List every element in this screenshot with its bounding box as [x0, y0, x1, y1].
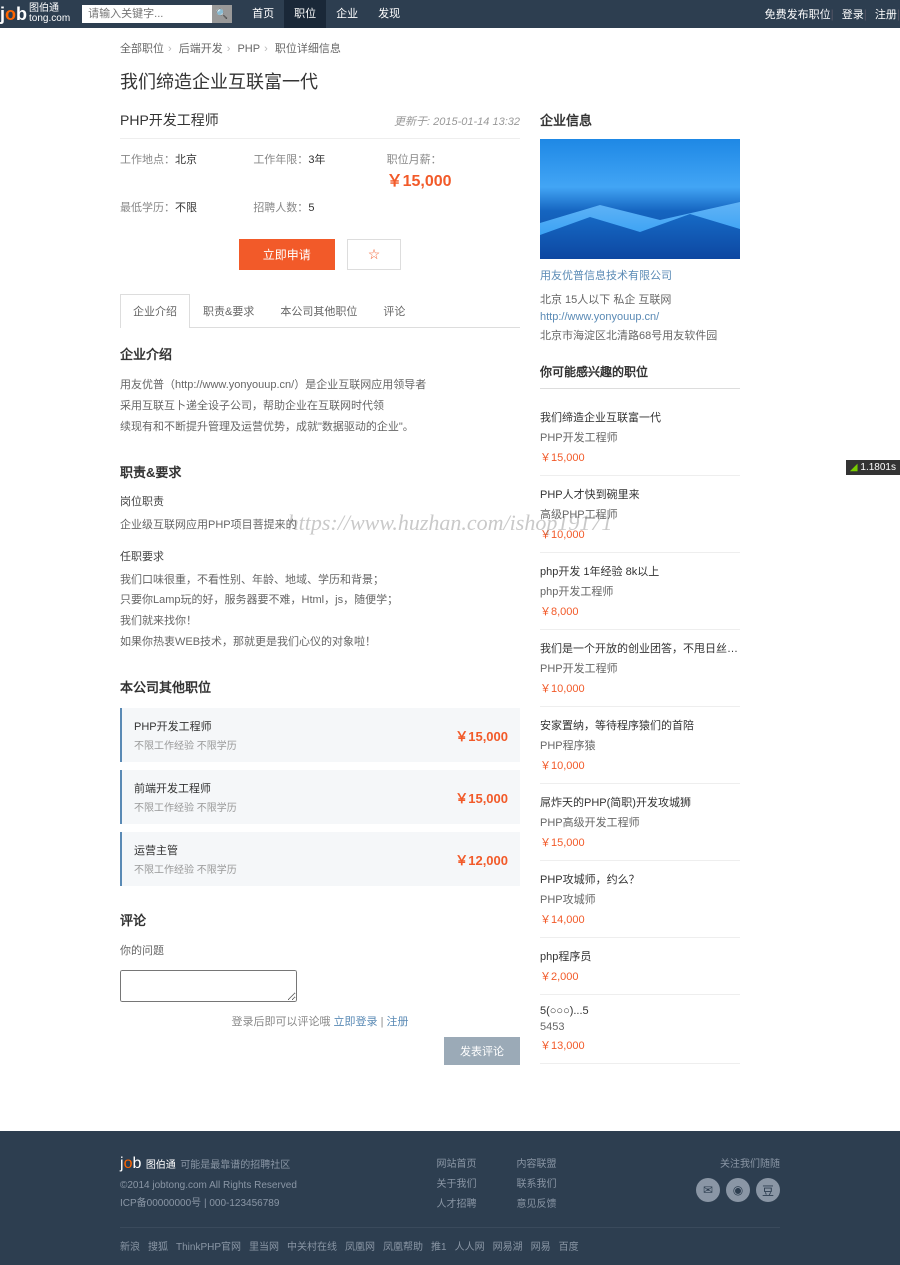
rec-item[interactable]: PHP人才快到碗里来高级PHP工程师￥10,000: [540, 476, 740, 553]
footer-link[interactable]: 联系我们: [516, 1175, 556, 1195]
rec-item[interactable]: php程序员￥2,000: [540, 938, 740, 995]
footer-link[interactable]: 人才招聘: [436, 1195, 476, 1215]
login-link[interactable]: 登录: [842, 6, 864, 22]
nav-home[interactable]: 首页: [242, 0, 284, 28]
duty-title: 职责&要求: [120, 462, 520, 481]
wechat-icon[interactable]: ✉: [696, 1178, 720, 1202]
friend-link[interactable]: 推1: [431, 1242, 447, 1253]
nav-discover[interactable]: 发现: [368, 0, 410, 28]
company-url[interactable]: http://www.yonyouup.cn/: [540, 311, 740, 323]
footer-link[interactable]: 关于我们: [436, 1175, 476, 1195]
rec-item[interactable]: php开发 1年经验 8k以上php开发工程师￥8,000: [540, 553, 740, 630]
apply-button[interactable]: 立即申请: [239, 239, 335, 270]
nav-jobs[interactable]: 职位: [284, 0, 326, 28]
footer-link[interactable]: 意见反馈: [516, 1195, 556, 1215]
comment-title: 评论: [120, 910, 520, 929]
tabs: 企业介绍 职责&要求 本公司其他职位 评论: [120, 294, 520, 328]
page-title: 我们缔造企业互联富一代: [120, 68, 780, 94]
friend-link[interactable]: 中关村在线: [287, 1242, 337, 1253]
post-job-link[interactable]: 免费发布职位: [765, 6, 831, 22]
perf-badge: ◢ 1.1801s: [846, 460, 900, 475]
comment-register[interactable]: 注册: [387, 1016, 409, 1028]
company-title: 企业信息: [540, 110, 740, 129]
friend-link[interactable]: 凤凰网: [345, 1242, 375, 1253]
rec-item[interactable]: 5(○○○)...55453￥13,000: [540, 995, 740, 1064]
friend-link[interactable]: 人人网: [455, 1242, 485, 1253]
other-job-item[interactable]: 运营主管不限工作经验 不限学历￥12,000: [120, 832, 520, 886]
crumb-current: 职位详细信息: [275, 43, 341, 55]
search-input[interactable]: [82, 5, 212, 23]
friend-link[interactable]: 新浪: [120, 1242, 140, 1253]
logo[interactable]: job 图伯通tong.com: [0, 4, 70, 25]
nav-company[interactable]: 企业: [326, 0, 368, 28]
rec-item[interactable]: 我们缔造企业互联富一代PHP开发工程师￥15,000: [540, 399, 740, 476]
friend-link[interactable]: 凤凰帮助: [383, 1242, 423, 1253]
rec-item[interactable]: PHP攻城师，约么？PHP攻城师￥14,000: [540, 861, 740, 938]
tab-duty[interactable]: 职责&要求: [190, 294, 267, 327]
other-job-item[interactable]: PHP开发工程师不限工作经验 不限学历￥15,000: [120, 708, 520, 762]
breadcrumb: 全部职位› 后端开发› PHP› 职位详细信息: [120, 40, 780, 56]
friend-link[interactable]: ThinkPHP官网: [176, 1242, 241, 1253]
friend-link[interactable]: 搜狐: [148, 1242, 168, 1253]
job-title: PHP开发工程师: [120, 110, 219, 130]
footer-link[interactable]: 内容联盟: [516, 1155, 556, 1175]
rec-item[interactable]: 我们是一个开放的创业团答，不甩日丝、都收住，...PHP开发工程师￥10,000: [540, 630, 740, 707]
favorite-button[interactable]: ☆: [347, 239, 402, 270]
company-name[interactable]: 用友优普信息技术有限公司: [540, 267, 740, 283]
search-button[interactable]: 🔍: [212, 5, 232, 23]
main-nav: 首页 职位 企业 发现: [242, 0, 410, 28]
register-link[interactable]: 注册: [875, 6, 897, 22]
comment-textarea[interactable]: [120, 970, 297, 1002]
tab-comment[interactable]: 评论: [370, 294, 418, 327]
comment-login[interactable]: 立即登录: [334, 1016, 378, 1028]
crumb-all[interactable]: 全部职位: [120, 43, 164, 55]
submit-comment-button[interactable]: 发表评论: [444, 1037, 520, 1065]
rec-item[interactable]: 安家置纳，等待程序猿们的首陪PHP程序猿￥10,000: [540, 707, 740, 784]
job-update-time: 更新于: 2015-01-14 13:32: [394, 113, 520, 129]
friend-link[interactable]: 里当网: [249, 1242, 279, 1253]
other-job-item[interactable]: 前端开发工程师不限工作经验 不限学历￥15,000: [120, 770, 520, 824]
intro-title: 企业介绍: [120, 344, 520, 363]
douban-icon[interactable]: 豆: [756, 1178, 780, 1202]
tab-other[interactable]: 本公司其他职位: [267, 294, 370, 327]
crumb-backend[interactable]: 后端开发: [179, 43, 223, 55]
company-logo: [540, 139, 740, 259]
footer-logo: job 图伯通 可能是最靠谱的招聘社区: [120, 1155, 297, 1173]
salary: ￥15,000: [387, 173, 452, 190]
crumb-php[interactable]: PHP: [237, 43, 260, 55]
others-title: 本公司其他职位: [120, 677, 520, 696]
footer-link[interactable]: 网站首页: [436, 1155, 476, 1175]
friend-link[interactable]: 网易: [531, 1242, 551, 1253]
weibo-icon[interactable]: ◉: [726, 1178, 750, 1202]
rec-title: 你可能感兴趣的职位: [540, 363, 740, 389]
tab-intro[interactable]: 企业介绍: [120, 294, 190, 328]
friend-link[interactable]: 网易湖: [493, 1242, 523, 1253]
friend-link[interactable]: 百度: [559, 1242, 579, 1253]
rec-item[interactable]: 屌炸天的PHP(简职)开发攻城狮PHP高级开发工程师￥15,000: [540, 784, 740, 861]
search-box: 🔍: [82, 5, 232, 23]
